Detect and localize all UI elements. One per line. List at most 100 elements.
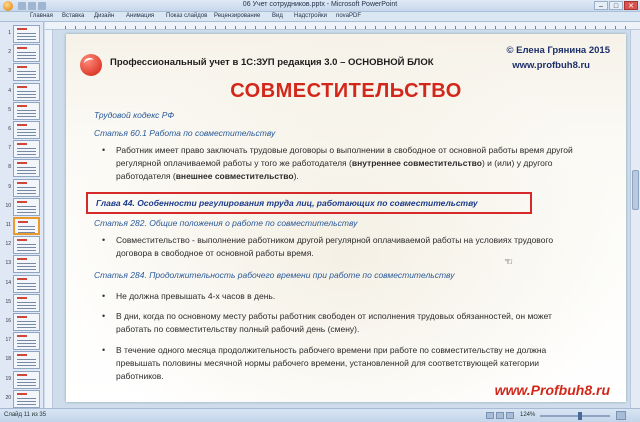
- slide-thumbnail[interactable]: 5: [3, 101, 41, 121]
- slide-thumbnail[interactable]: 6: [3, 120, 41, 140]
- slide-thumbnail-number: 4: [8, 87, 11, 94]
- zoom-slider[interactable]: [540, 412, 610, 420]
- section-article-282: Статья 282. Общие положения о работе по …: [94, 218, 358, 228]
- slide-thumbnail-number: 5: [8, 106, 11, 113]
- slide-thumbnail-number: 9: [8, 183, 11, 190]
- slide-thumbnail-preview: [13, 313, 40, 331]
- status-bar: Слайд 11 из 35 124%: [0, 408, 640, 422]
- slide-thumbnail[interactable]: 20: [3, 389, 41, 408]
- slide-thumbnail[interactable]: 7: [3, 139, 41, 159]
- slide-thumbnail-preview: [13, 159, 40, 178]
- slide-thumbnail[interactable]: 11: [3, 216, 41, 236]
- list-item: • Работник имеет право заключать трудовы…: [102, 145, 573, 181]
- bullet-icon: •: [102, 345, 106, 355]
- tab-view[interactable]: Вид: [272, 13, 283, 19]
- slide-thumbnail-number: 15: [5, 298, 11, 305]
- slide-thumbnail[interactable]: 4: [3, 82, 41, 102]
- list-item: • В дни, когда по основному месту работы…: [102, 311, 552, 334]
- scrollbar-thumb[interactable]: [632, 170, 639, 210]
- slide-thumbnail-preview: [13, 370, 40, 389]
- slide-thumbnail-preview: [13, 197, 40, 216]
- header-title: Профессиональный учет в 1С:ЗУП редакция …: [110, 57, 434, 68]
- tab-design[interactable]: Дизайн: [94, 13, 114, 19]
- slide-thumbnail-number: 19: [5, 375, 11, 382]
- title-bar: 06 Учет сотрудников.pptx - Microsoft Pow…: [0, 0, 640, 12]
- slide-thumbnail-preview: [13, 236, 40, 255]
- sorter-view-icon[interactable]: [496, 412, 504, 419]
- normal-view-icon[interactable]: [486, 412, 494, 419]
- tab-slideshow[interactable]: Показ слайдов: [166, 13, 207, 19]
- slide-thumbnail-number: 20: [5, 394, 11, 401]
- slide-thumbnail-number: 8: [8, 164, 11, 171]
- slide-thumbnail[interactable]: 14: [3, 274, 41, 294]
- slide-thumbnail[interactable]: 3: [3, 62, 41, 82]
- slide-thumbnail[interactable]: 16: [3, 312, 41, 332]
- section-labor-code: Трудовой кодекс РФ: [94, 110, 175, 120]
- author-copyright: © Елена Грянина 2015: [506, 45, 610, 56]
- slide-thumbnail-number: 17: [5, 337, 11, 344]
- ribbon-tabs: Главная Вставка Дизайн Анимация Показ сл…: [0, 12, 640, 22]
- slide-thumbnail-number: 14: [5, 279, 11, 286]
- course-logo-icon: [80, 54, 102, 76]
- slide-canvas[interactable]: Профессиональный учет в 1С:ЗУП редакция …: [66, 34, 626, 402]
- slide-thumbnail[interactable]: 12: [3, 235, 41, 255]
- slide-thumbnail[interactable]: 19: [3, 370, 41, 390]
- close-button[interactable]: ✕: [624, 1, 638, 10]
- slide-thumbnail-number: 2: [8, 49, 11, 56]
- slide-thumbnail[interactable]: 1: [3, 24, 41, 44]
- slide-thumbnail[interactable]: 10: [3, 197, 41, 217]
- slide-thumbnail-preview: [13, 217, 40, 235]
- slide-thumbnail-preview: [13, 255, 40, 274]
- slide-thumbnail-preview: [13, 25, 40, 43]
- slide-thumbnail-number: 6: [8, 126, 11, 132]
- view-buttons[interactable]: [486, 412, 514, 419]
- fit-to-window-icon[interactable]: [616, 411, 626, 420]
- slide-thumbnail[interactable]: 17: [3, 331, 41, 351]
- chapter-44-heading: Глава 44. Особенности регулирования труд…: [96, 198, 478, 208]
- slide-thumbnail-number: 7: [8, 145, 11, 152]
- slide-thumbnail[interactable]: 9: [3, 178, 41, 198]
- list-item: • В течение одного месяца продолжительно…: [102, 345, 547, 381]
- slide-thumbnail-preview: [13, 101, 40, 120]
- slide-thumbnail-number: 13: [5, 260, 11, 267]
- slide-thumbnail-number: 18: [5, 356, 11, 363]
- zoom-slider-handle[interactable]: [578, 412, 582, 420]
- list-item: • Не должна превышать 4-х часов в день.: [102, 291, 276, 301]
- tab-animation[interactable]: Анимация: [126, 13, 154, 19]
- slide-thumbnail-preview: [13, 82, 40, 101]
- window-title: 06 Учет сотрудников.pptx - Microsoft Pow…: [242, 1, 398, 8]
- minimize-button[interactable]: –: [594, 1, 608, 10]
- slide-thumbnail-preview: [13, 44, 40, 63]
- tab-insert[interactable]: Вставка: [62, 13, 84, 19]
- vertical-scrollbar[interactable]: [630, 30, 640, 408]
- slide-thumbnail[interactable]: 8: [3, 158, 41, 178]
- slide-title: СОВМЕСТИТЕЛЬСТВО: [230, 80, 462, 102]
- slide-thumbnail[interactable]: 13: [3, 254, 41, 274]
- vertical-ruler: [45, 30, 53, 408]
- zoom-level: 124%: [520, 412, 536, 418]
- slideshow-view-icon[interactable]: [506, 412, 514, 419]
- slide-thumbnail-number: 11: [5, 222, 11, 228]
- slide-thumbnail[interactable]: 18: [3, 350, 41, 370]
- hand-cursor-icon: ☜: [504, 257, 513, 268]
- slide-thumbnail-number: 10: [5, 202, 11, 209]
- slide-thumbnail-preview: [13, 140, 40, 159]
- slide-thumbnails-panel[interactable]: 1 2 3 4 5 6 7 8 9 10 11 12 13 14 15 16 17 18 19 20: [0, 22, 44, 408]
- slide-thumbnail-preview: [13, 274, 40, 293]
- bullet-icon: •: [102, 291, 106, 301]
- slide-thumbnail[interactable]: 2: [3, 43, 41, 63]
- bullet-icon: •: [102, 311, 106, 321]
- section-article-284: Статья 284. Продолжительность рабочего в…: [94, 270, 455, 280]
- horizontal-ruler: [45, 22, 640, 30]
- author-site: www.profbuh8.ru: [512, 60, 590, 71]
- slide-thumbnail-preview: [13, 63, 40, 82]
- maximize-button[interactable]: □: [609, 1, 623, 10]
- slide-thumbnail-number: 3: [8, 68, 11, 75]
- tab-home[interactable]: Главная: [30, 13, 53, 19]
- slide-thumbnail-number: 12: [5, 241, 11, 248]
- tab-review[interactable]: Рецензирование: [214, 13, 260, 19]
- tab-addins[interactable]: Надстройки: [294, 13, 327, 19]
- tab-novapdf[interactable]: novaPDF: [336, 13, 361, 19]
- slide-thumbnail-number: 1: [8, 30, 11, 36]
- slide-thumbnail[interactable]: 15: [3, 293, 41, 313]
